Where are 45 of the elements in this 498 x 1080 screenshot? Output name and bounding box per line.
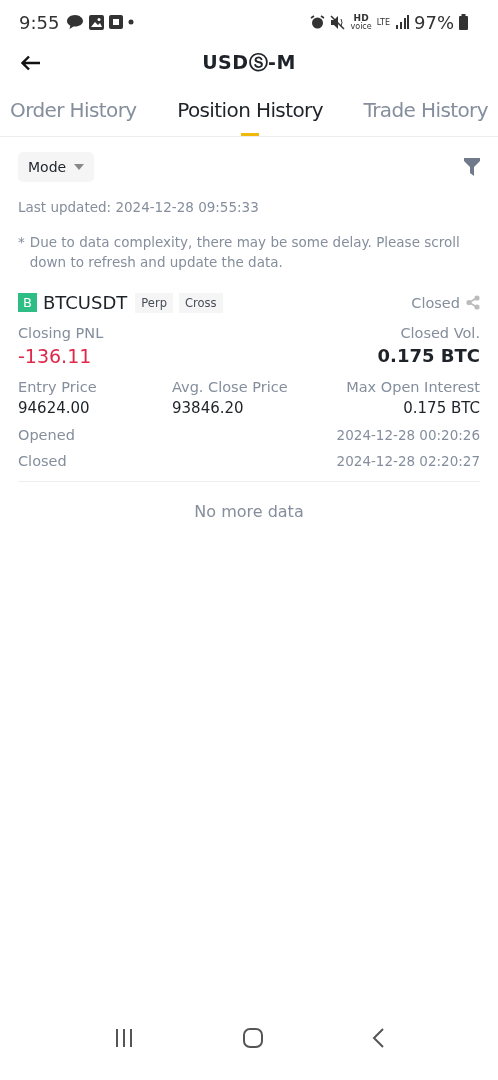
dot-icon bbox=[128, 19, 135, 25]
home-icon[interactable] bbox=[243, 1028, 263, 1048]
last-updated: Last updated: 2024-12-28 09:55:33 bbox=[18, 199, 260, 215]
time-label: Opened bbox=[18, 427, 75, 443]
symbol: BTCUSDT bbox=[43, 292, 128, 313]
stat-label: Avg. Close Price bbox=[172, 379, 289, 395]
side-badge: B bbox=[18, 293, 37, 312]
stat-value: 93846.20 bbox=[172, 399, 245, 417]
caret-icon bbox=[74, 164, 85, 170]
signal-icon bbox=[395, 15, 409, 29]
page-title: USDⓈ-M bbox=[202, 50, 296, 75]
tag: Perp bbox=[135, 292, 173, 313]
battery-icon bbox=[459, 14, 468, 30]
back-arrow-icon[interactable] bbox=[21, 55, 41, 71]
stat-label: Entry Price bbox=[18, 379, 98, 395]
notice-text: Due to data complexity, there may be some delay. Please scroll down to refresh and update the data. bbox=[29, 233, 461, 272]
chat-bubble-icon bbox=[66, 14, 85, 30]
mute-icon bbox=[329, 14, 346, 30]
voice-label: voice bbox=[350, 22, 372, 31]
time-label: Closed bbox=[18, 453, 67, 469]
volume-label: Closed Vol. bbox=[399, 325, 480, 341]
back-icon[interactable] bbox=[371, 1028, 384, 1048]
volume-value: 0.175 BTC bbox=[377, 345, 480, 366]
image-icon bbox=[89, 14, 105, 30]
filter-icon[interactable] bbox=[464, 158, 480, 176]
end-text: No more data bbox=[193, 502, 305, 521]
stat-label: Max Open Interest bbox=[345, 379, 480, 395]
recent-apps-icon[interactable] bbox=[114, 1029, 135, 1047]
time-value: 2024-12-28 00:20:26 bbox=[336, 427, 480, 443]
pnl-value: -136.11 bbox=[18, 345, 93, 367]
status-text: Closed bbox=[411, 294, 460, 311]
app-icon bbox=[109, 15, 124, 29]
tag: Cross bbox=[178, 292, 223, 313]
time-value: 2024-12-28 02:20:27 bbox=[336, 453, 480, 469]
stat-value: 0.175 BTC bbox=[402, 399, 480, 417]
asterisk: * bbox=[18, 233, 25, 252]
lte-label: LTE bbox=[376, 17, 390, 27]
stat-value: 94624.00 bbox=[18, 399, 91, 417]
pnl-label: Closing PNL bbox=[18, 325, 104, 341]
clock: 9:55 bbox=[19, 11, 60, 33]
alarm-icon bbox=[309, 14, 325, 30]
tab[interactable]: Position History bbox=[177, 92, 323, 136]
hd-label: HD bbox=[353, 13, 369, 23]
battery-percent: 97% bbox=[414, 11, 454, 33]
mode-dropdown[interactable]: Mode bbox=[18, 152, 95, 182]
